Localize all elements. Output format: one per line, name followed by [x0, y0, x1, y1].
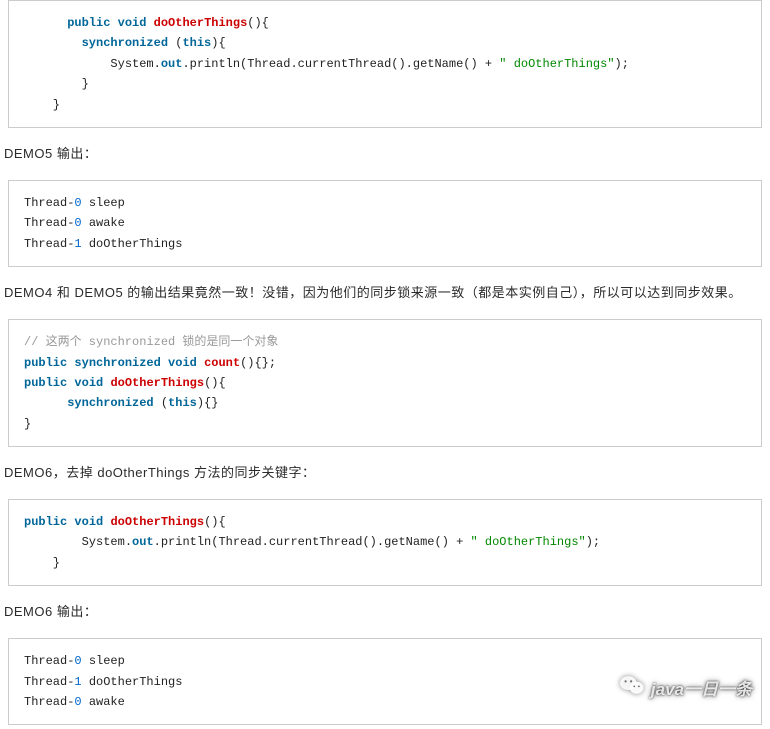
output-line: Thread-0 awake	[24, 695, 125, 709]
output-line: Thread-0 sleep	[24, 654, 125, 668]
output-line: Thread-1 doOtherThings	[24, 675, 182, 689]
output-line: Thread-1 doOtherThings	[24, 237, 182, 251]
code-line: public void doOtherThings(){	[24, 16, 269, 30]
code-line: public void doOtherThings(){	[24, 515, 226, 529]
code-line: }	[24, 417, 31, 431]
code-line: }	[24, 77, 89, 91]
code-line: System.out.println(Thread.currentThread(…	[24, 57, 629, 71]
code-line: }	[24, 556, 60, 570]
paragraph-demo6-label: DEMO6，去掉 doOtherThings 方法的同步关键字：	[4, 462, 770, 481]
code-line: }	[24, 98, 60, 112]
output-line: Thread-0 awake	[24, 216, 125, 230]
code-line: synchronized (this){}	[24, 396, 218, 410]
paragraph-demo6-output-label: DEMO6 输出：	[4, 601, 770, 620]
code-block-3: // 这两个 synchronized 锁的是同一个对象 public sync…	[8, 319, 762, 447]
code-block-4: public void doOtherThings(){ System.out.…	[8, 499, 762, 586]
code-line: System.out.println(Thread.currentThread(…	[24, 535, 600, 549]
output-line: Thread-0 sleep	[24, 196, 125, 210]
code-line: public void doOtherThings(){	[24, 376, 226, 390]
code-block-5: Thread-0 sleep Thread-1 doOtherThings Th…	[8, 638, 762, 725]
paragraph-explanation: DEMO4 和 DEMO5 的输出结果竟然一致！没错，因为他们的同步锁来源一致（…	[4, 282, 770, 301]
paragraph-demo5-output-label: DEMO5 输出：	[4, 143, 770, 162]
code-comment: // 这两个 synchronized 锁的是同一个对象	[24, 335, 278, 349]
code-line: public synchronized void count(){};	[24, 356, 276, 370]
code-block-2: Thread-0 sleep Thread-0 awake Thread-1 d…	[8, 180, 762, 267]
code-block-1: public void doOtherThings(){ synchronize…	[8, 0, 762, 128]
code-line: synchronized (this){	[24, 36, 226, 50]
